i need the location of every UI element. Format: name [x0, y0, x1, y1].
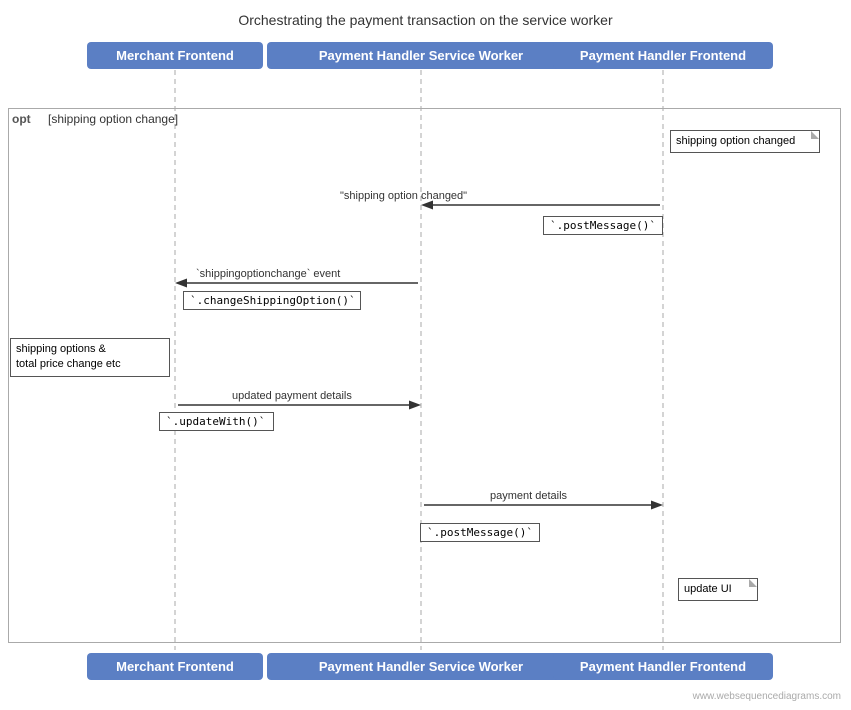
shipping-option-changed-label: "shipping option changed" [340, 190, 467, 202]
diagram-title: Orchestrating the payment transaction on… [0, 0, 851, 36]
updated-payment-label: updated payment details [232, 390, 352, 402]
payment-frontend-top: Payment Handler Frontend [553, 42, 773, 69]
service-worker-top: Payment Handler Service Worker [267, 42, 575, 69]
shipping-option-changed-note: shipping option changed [670, 130, 820, 153]
watermark: www.websequencediagrams.com [693, 691, 841, 702]
merchant-frontend-bottom: Merchant Frontend [87, 653, 263, 680]
change-shipping: `.changeShippingOption()` [183, 291, 361, 310]
opt-condition: [shipping option change] [48, 112, 178, 126]
payment-frontend-bottom: Payment Handler Frontend [553, 653, 773, 680]
post-message-1: `.postMessage()` [543, 216, 663, 235]
diagram: Orchestrating the payment transaction on… [0, 0, 851, 710]
merchant-frontend-top: Merchant Frontend [87, 42, 263, 69]
opt-keyword: opt [12, 112, 31, 126]
shippingoptionchange-label: `shippingoptionchange` event [196, 268, 340, 280]
post-message-2: `.postMessage()` [420, 523, 540, 542]
shipping-side-note: shipping options & total price change et… [10, 338, 170, 377]
payment-details-label: payment details [490, 490, 567, 502]
update-ui-note: update UI [678, 578, 758, 601]
update-with: `.updateWith()` [159, 412, 274, 431]
service-worker-bottom: Payment Handler Service Worker [267, 653, 575, 680]
